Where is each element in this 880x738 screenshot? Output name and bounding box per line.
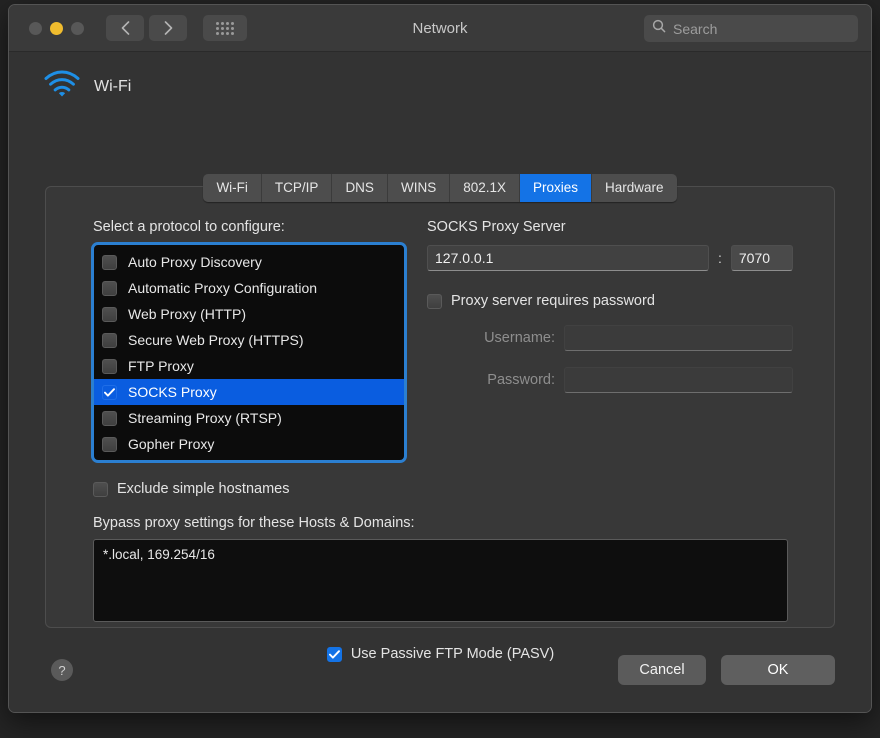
chevron-right-icon bbox=[164, 21, 173, 35]
exclude-simple-hostnames-label: Exclude simple hostnames bbox=[117, 481, 290, 497]
proxy-port-input[interactable]: 7070 bbox=[730, 245, 793, 271]
ok-button[interactable]: OK bbox=[721, 655, 835, 685]
bypass-list-input[interactable]: *.local, 169.254/16 bbox=[93, 539, 788, 622]
traffic-lights bbox=[29, 21, 84, 35]
checkbox-streaming-proxy-rtsp[interactable] bbox=[102, 410, 117, 426]
username-label: Username: bbox=[484, 330, 555, 346]
exclude-simple-hostnames-row[interactable]: Exclude simple hostnames bbox=[93, 481, 788, 497]
protocol-label: Web Proxy (HTTP) bbox=[128, 306, 246, 322]
tab-wins[interactable]: WINS bbox=[387, 174, 451, 202]
protocol-label: Secure Web Proxy (HTTPS) bbox=[128, 332, 304, 348]
protocol-row-streaming-proxy-rtsp[interactable]: Streaming Proxy (RTSP) bbox=[93, 405, 405, 431]
tab-hardware[interactable]: Hardware bbox=[592, 174, 677, 202]
protocol-row-socks-proxy[interactable]: SOCKS Proxy bbox=[93, 379, 405, 405]
username-row: Username: bbox=[427, 325, 793, 351]
checkbox-gopher-proxy[interactable] bbox=[102, 436, 117, 452]
checkbox-socks-proxy[interactable] bbox=[102, 384, 117, 400]
protocol-column: Select a protocol to configure: Auto Pro… bbox=[91, 219, 407, 463]
network-preferences-window: Network Search Wi-Fi Wi-Fi TCP/IP DNS WI… bbox=[8, 4, 872, 713]
checkbox-exclude-simple-hostnames[interactable] bbox=[93, 481, 108, 497]
protocol-list-label: Select a protocol to configure: bbox=[93, 219, 285, 235]
protocol-label: SOCKS Proxy bbox=[128, 384, 217, 400]
checkbox-requires-password[interactable] bbox=[427, 293, 442, 309]
protocol-label: Gopher Proxy bbox=[128, 436, 215, 452]
protocol-row-auto-proxy-discovery[interactable]: Auto Proxy Discovery bbox=[93, 249, 405, 275]
protocol-row-secure-web-proxy-https[interactable]: Secure Web Proxy (HTTPS) bbox=[93, 327, 405, 353]
protocol-label: FTP Proxy bbox=[128, 358, 194, 374]
bypass-list-label: Bypass proxy settings for these Hosts & … bbox=[93, 515, 415, 531]
tab-tcpip[interactable]: TCP/IP bbox=[261, 174, 333, 202]
protocol-row-web-proxy-http[interactable]: Web Proxy (HTTP) bbox=[93, 301, 405, 327]
protocol-row-gopher-proxy[interactable]: Gopher Proxy bbox=[93, 431, 405, 457]
close-window-button[interactable] bbox=[29, 21, 42, 35]
protocol-label: Streaming Proxy (RTSP) bbox=[128, 410, 282, 426]
search-icon bbox=[652, 19, 666, 38]
maximize-window-button[interactable] bbox=[71, 21, 84, 35]
protocol-row-ftp-proxy[interactable]: FTP Proxy bbox=[93, 353, 405, 379]
protocol-row-automatic-proxy-configuration[interactable]: Automatic Proxy Configuration bbox=[93, 275, 405, 301]
protocol-label: Auto Proxy Discovery bbox=[128, 254, 262, 270]
search-placeholder: Search bbox=[673, 20, 718, 37]
wifi-icon bbox=[43, 69, 81, 104]
show-all-button[interactable] bbox=[203, 15, 247, 41]
cancel-button[interactable]: Cancel bbox=[618, 655, 706, 685]
requires-password-label: Proxy server requires password bbox=[451, 293, 655, 309]
navigation-buttons bbox=[106, 15, 187, 41]
tab-proxies[interactable]: Proxies bbox=[520, 174, 593, 202]
minimize-window-button[interactable] bbox=[50, 21, 63, 35]
username-input[interactable] bbox=[564, 325, 793, 351]
checkbox-secure-web-proxy-https[interactable] bbox=[102, 332, 117, 348]
checkbox-automatic-proxy-configuration[interactable] bbox=[102, 280, 117, 296]
tab-wifi[interactable]: Wi-Fi bbox=[203, 174, 262, 202]
host-port-separator: : bbox=[718, 250, 722, 266]
checkbox-ftp-proxy[interactable] bbox=[102, 358, 117, 374]
help-button[interactable]: ? bbox=[51, 659, 73, 681]
proxy-host-input[interactable]: 127.0.0.1 bbox=[427, 245, 709, 271]
proxies-panel: Select a protocol to configure: Auto Pro… bbox=[45, 186, 835, 662]
password-row: Password: bbox=[427, 367, 793, 393]
search-field[interactable]: Search bbox=[644, 15, 858, 42]
protocol-list[interactable]: Auto Proxy Discovery Automatic Proxy Con… bbox=[91, 242, 407, 463]
protocol-label: Automatic Proxy Configuration bbox=[128, 280, 318, 296]
dialog-footer: ? Cancel OK bbox=[9, 628, 871, 712]
proxy-server-address-row: 127.0.0.1 : 7070 bbox=[427, 245, 793, 271]
forward-button[interactable] bbox=[149, 15, 187, 41]
tab-8021x[interactable]: 802.1X bbox=[450, 174, 520, 202]
checkbox-auto-proxy-discovery[interactable] bbox=[102, 254, 117, 270]
proxy-server-title: SOCKS Proxy Server bbox=[427, 219, 566, 235]
password-input[interactable] bbox=[564, 367, 793, 393]
window-titlebar: Network Search bbox=[9, 5, 871, 52]
window-body: Wi-Fi Wi-Fi TCP/IP DNS WINS 802.1X Proxi… bbox=[9, 52, 871, 712]
tab-bar: Wi-Fi TCP/IP DNS WINS 802.1X Proxies Har… bbox=[9, 174, 871, 202]
requires-password-row[interactable]: Proxy server requires password bbox=[427, 293, 793, 309]
show-all-icon bbox=[216, 21, 234, 35]
tab-dns[interactable]: DNS bbox=[332, 174, 388, 202]
interface-name: Wi-Fi bbox=[94, 77, 132, 95]
chevron-left-icon bbox=[121, 21, 130, 35]
proxy-server-column: SOCKS Proxy Server 127.0.0.1 : 7070 Prox… bbox=[427, 219, 793, 461]
interface-header: Wi-Fi bbox=[9, 52, 871, 110]
back-button[interactable] bbox=[106, 15, 144, 41]
checkbox-web-proxy-http[interactable] bbox=[102, 306, 117, 322]
password-label: Password: bbox=[487, 372, 555, 388]
